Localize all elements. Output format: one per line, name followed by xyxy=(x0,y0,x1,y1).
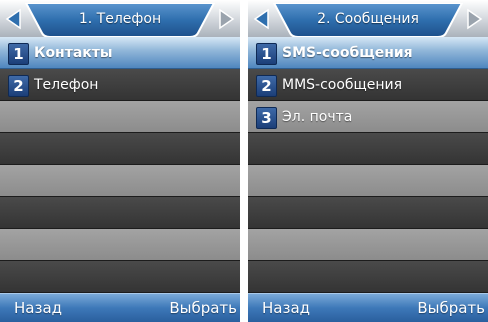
arrow-left-icon[interactable] xyxy=(252,8,272,30)
page-title: 1. Телефон xyxy=(78,11,162,27)
page-title: 2. Сообщения xyxy=(317,11,419,27)
item-number-badge: 1 xyxy=(256,43,277,65)
item-number-badge: 3 xyxy=(256,107,277,129)
back-softkey[interactable]: Назад xyxy=(262,299,310,317)
empty-row xyxy=(0,101,240,133)
list-item[interactable]: 2 MMS-сообщения xyxy=(248,69,488,101)
empty-row xyxy=(0,261,240,293)
list-item[interactable]: 1 Контакты xyxy=(0,37,240,69)
list-item-label: Телефон xyxy=(34,77,99,93)
header-tab: 1. Телефон xyxy=(24,3,216,37)
arrow-left-icon[interactable] xyxy=(4,8,24,30)
empty-row xyxy=(0,229,240,261)
empty-row xyxy=(248,165,488,197)
list-item[interactable]: 3 Эл. почта xyxy=(248,101,488,133)
arrow-right-icon[interactable] xyxy=(464,8,484,30)
header-bar: 2. Сообщения xyxy=(248,0,488,37)
item-number-badge: 2 xyxy=(8,75,29,97)
empty-row xyxy=(0,197,240,229)
list-item[interactable]: 2 Телефон xyxy=(0,69,240,101)
empty-row xyxy=(248,197,488,229)
menu-list: 1 Контакты 2 Телефон xyxy=(0,37,240,293)
back-softkey[interactable]: Назад xyxy=(14,299,62,317)
list-item[interactable]: 1 SMS-сообщения xyxy=(248,37,488,69)
softkey-bar: Назад Выбрать xyxy=(0,293,240,322)
list-item-label: Эл. почта xyxy=(282,109,353,125)
phone-screen-messages: 2. Сообщения 1 SMS-сообщения 2 MMS-сообщ… xyxy=(248,0,488,322)
header-tab: 2. Сообщения xyxy=(272,3,464,37)
empty-row xyxy=(248,229,488,261)
menu-list: 1 SMS-сообщения 2 MMS-сообщения 3 Эл. по… xyxy=(248,37,488,293)
list-item-label: Контакты xyxy=(34,45,113,61)
empty-row xyxy=(0,165,240,197)
list-item-label: MMS-сообщения xyxy=(282,77,403,93)
softkey-bar: Назад Выбрать xyxy=(248,293,488,322)
item-number-badge: 1 xyxy=(8,43,29,65)
header-bar: 1. Телефон xyxy=(0,0,240,37)
empty-row xyxy=(0,133,240,165)
arrow-right-icon[interactable] xyxy=(216,8,236,30)
empty-row xyxy=(248,133,488,165)
item-number-badge: 2 xyxy=(256,75,277,97)
phone-screen-telephone: 1. Телефон 1 Контакты 2 Телефон Назад Вы… xyxy=(0,0,240,322)
select-softkey[interactable]: Выбрать xyxy=(169,299,237,317)
empty-row xyxy=(248,261,488,293)
select-softkey[interactable]: Выбрать xyxy=(417,299,485,317)
list-item-label: SMS-сообщения xyxy=(282,45,413,61)
